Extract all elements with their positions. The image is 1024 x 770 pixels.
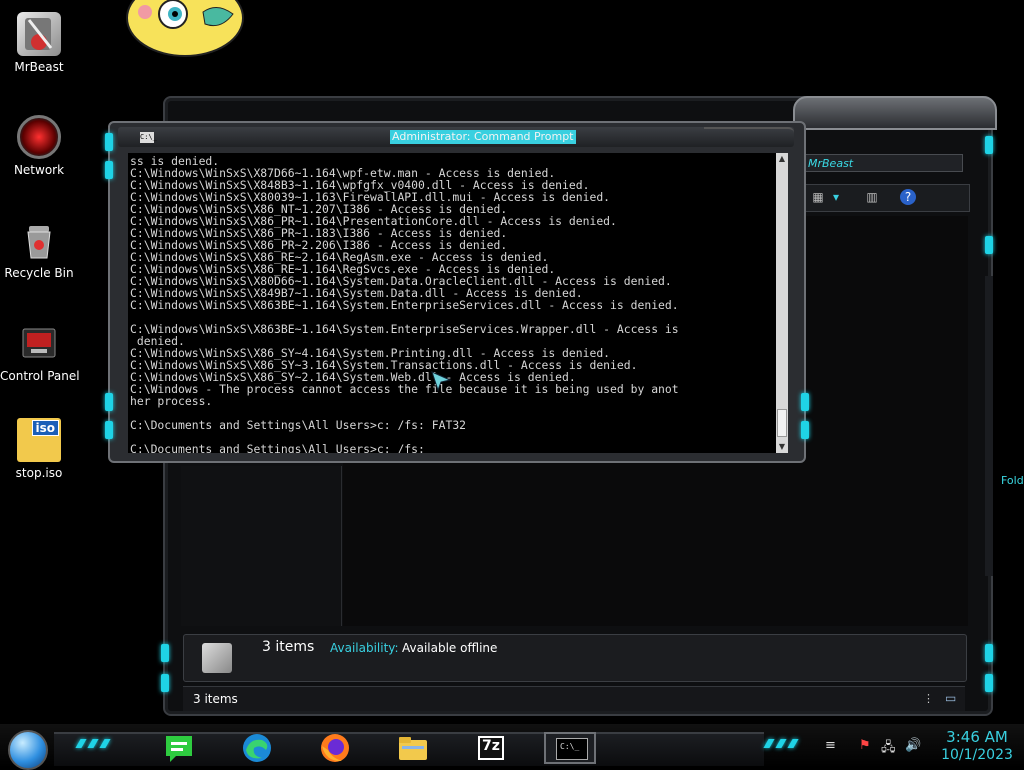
taskbar-accent — [763, 739, 775, 748]
status-bar: 3 items ⋮ ▭ — [183, 686, 965, 711]
command-prompt-window[interactable]: C:\_ Administrator: Command Prompt ss is… — [105, 121, 809, 463]
navigation-pane[interactable] — [181, 466, 342, 626]
details-view-icon[interactable]: ⋮ — [923, 692, 934, 705]
availability-label: Availability: — [330, 641, 399, 655]
network-icon — [17, 115, 61, 159]
console-text: ss is denied. C:\Windows\WinSxS\X87D66~1… — [130, 154, 679, 453]
cmd-icon: C:\_ — [556, 738, 588, 760]
taskbar-accent — [775, 739, 787, 748]
title-chrome — [704, 127, 794, 139]
folder-column-label: Fold — [1001, 474, 1024, 487]
control-panel-icon — [17, 321, 61, 365]
scroll-thumb[interactable] — [777, 409, 787, 437]
taskbar-app-firefox[interactable] — [318, 732, 352, 764]
taskbar: 7z C:\_ ≡ ⚑ 🖧 🔊 3:46 AM 10/1/2023 — [0, 724, 1024, 770]
frame-accent — [801, 393, 809, 411]
firefox-icon — [321, 734, 349, 762]
frame-accent — [985, 674, 993, 692]
action-center-icon[interactable]: ⚑ — [859, 738, 871, 753]
desktop-icon-label: MrBeast — [14, 60, 64, 74]
taskbar-app-7zip[interactable]: 7z — [474, 732, 508, 764]
availability-value: Available offline — [402, 641, 498, 655]
scroll-up-arrow-icon[interactable]: ▲ — [776, 153, 788, 165]
desktop-icon-network[interactable]: Network — [0, 115, 78, 177]
taskbar-app-edge[interactable] — [240, 732, 274, 764]
start-button[interactable] — [8, 730, 48, 770]
desktop-icon-stop-iso[interactable]: iso stop.iso — [0, 418, 78, 480]
cmd-icon-label: C:\_ — [560, 742, 580, 751]
large-icons-view-icon[interactable]: ▭ — [945, 691, 956, 705]
7zip-icon: 7z — [478, 736, 504, 760]
preview-pane-icon[interactable]: ▥ — [864, 189, 880, 205]
show-hidden-icons-icon[interactable]: ≡ — [825, 738, 836, 753]
desktop-icon-label: Network — [13, 163, 65, 177]
explorer-title-chrome — [793, 96, 997, 130]
cmd-system-icon[interactable]: C:\_ — [140, 132, 157, 143]
frame-accent — [985, 136, 993, 154]
clock-time: 3:46 AM — [946, 728, 1008, 746]
desktop-icon-label: Recycle Bin — [4, 266, 74, 280]
mrbeast-icon — [17, 12, 61, 56]
desktop-icon-control-panel[interactable]: Control Panel — [0, 321, 80, 383]
chevron-down-icon[interactable]: ▾ — [828, 189, 844, 205]
taskbar-app-feedback-hub[interactable] — [162, 732, 196, 764]
status-item-count: 3 items — [193, 692, 238, 706]
cmd-title-bar[interactable]: C:\_ Administrator: Command Prompt — [118, 127, 794, 147]
taskbar-app-file-explorer[interactable] — [396, 732, 430, 764]
frame-accent — [161, 644, 169, 662]
iso-badge: iso — [31, 420, 59, 436]
frame-accent — [105, 133, 113, 151]
item-count: 3 items — [262, 639, 315, 655]
taskbar-clock[interactable]: 3:46 AM 10/1/2023 — [932, 728, 1022, 764]
cartoon-character-image — [125, 0, 247, 58]
explorer-toolbar: ▦ ▾ ▥ ? — [803, 184, 970, 212]
explorer-side-chrome — [985, 276, 993, 576]
frame-accent — [105, 161, 113, 179]
desktop-icon-recycle-bin[interactable]: Recycle Bin — [0, 218, 78, 280]
folder-icon — [399, 737, 427, 760]
iso-file-icon: iso — [17, 418, 61, 462]
folder-thumbnail-icon — [202, 643, 232, 673]
frame-accent — [161, 674, 169, 692]
frame-accent — [985, 236, 993, 254]
taskbar-accent — [787, 739, 799, 748]
recycle-bin-icon — [17, 218, 61, 262]
console-output[interactable]: ss is denied. C:\Windows\WinSxS\X87D66~1… — [128, 153, 776, 453]
frame-accent — [985, 644, 993, 662]
address-bar[interactable]: MrBeast — [803, 154, 963, 172]
frame-accent — [105, 421, 113, 439]
taskbar-app-command-prompt[interactable]: C:\_ — [544, 732, 596, 764]
scroll-down-arrow-icon[interactable]: ▼ — [776, 441, 788, 453]
frame-accent — [105, 393, 113, 411]
window-title: Administrator: Command Prompt — [390, 130, 576, 144]
vertical-scrollbar[interactable]: ▲ ▼ — [776, 153, 788, 453]
feedback-hub-icon — [166, 736, 192, 762]
view-options-icon[interactable]: ▦ — [810, 189, 826, 205]
network-status-icon[interactable]: 🖧 — [881, 738, 896, 760]
desktop-icon-mrbeast[interactable]: MrBeast — [0, 12, 78, 74]
frame-accent — [801, 421, 809, 439]
7zip-label: 7z — [482, 738, 500, 754]
edge-icon — [243, 734, 271, 762]
clock-date: 10/1/2023 — [941, 747, 1013, 763]
desktop-icon-label: stop.iso — [15, 466, 63, 480]
help-icon[interactable]: ? — [900, 189, 916, 205]
volume-icon[interactable]: 🔊 — [905, 738, 921, 753]
details-pane: 3 items Availability: Available offline — [183, 634, 967, 682]
desktop-icon-label: Control Panel — [0, 369, 80, 383]
mouse-cursor-icon — [430, 370, 452, 392]
